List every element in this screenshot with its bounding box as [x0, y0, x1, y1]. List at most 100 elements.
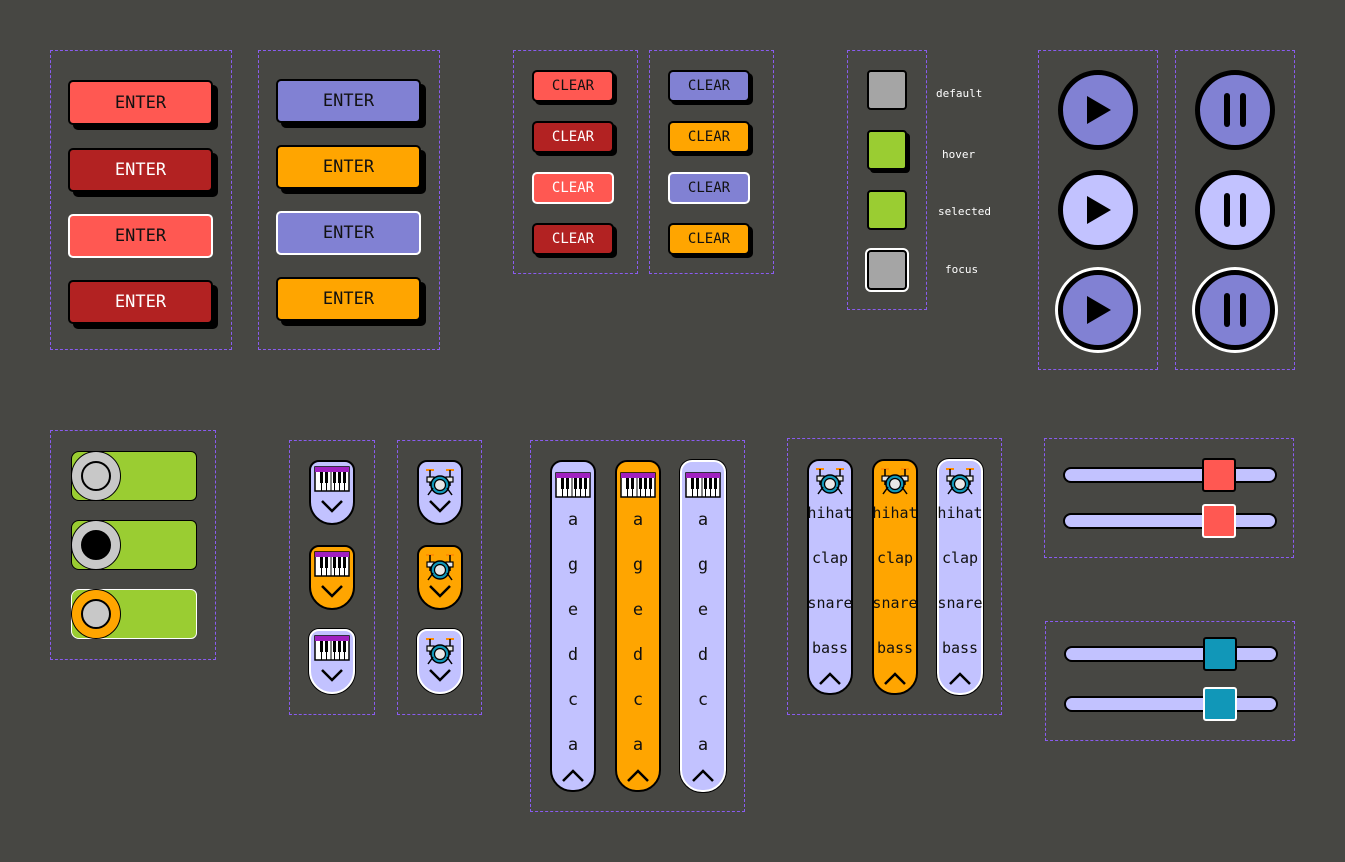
drum-item[interactable]: clap: [877, 536, 913, 581]
drum-item[interactable]: bass: [942, 626, 978, 671]
toggle-hover[interactable]: [71, 520, 197, 570]
chevron-up-icon: [627, 769, 649, 782]
pause-button-selected[interactable]: [1195, 270, 1275, 350]
note-item[interactable]: d: [698, 633, 708, 678]
clear-button-orange-focus[interactable]: CLEAR: [668, 223, 750, 255]
clear-button-default[interactable]: CLEAR: [532, 70, 614, 102]
toggle-default[interactable]: [71, 451, 197, 501]
state-swatch-group: [847, 50, 927, 310]
swatch-hover[interactable]: [867, 130, 907, 170]
pause-button-hover[interactable]: [1195, 170, 1275, 250]
clear-button-orange-hover[interactable]: CLEAR: [668, 121, 750, 153]
drum-item[interactable]: clap: [942, 536, 978, 581]
play-button-default[interactable]: [1058, 70, 1138, 150]
note-item[interactable]: d: [568, 633, 578, 678]
piano-picker-selected[interactable]: [309, 629, 355, 694]
toggle-selected[interactable]: [71, 589, 197, 639]
play-button-selected[interactable]: [1058, 270, 1138, 350]
slider-thumb[interactable]: [1201, 504, 1236, 538]
slider-track[interactable]: [1063, 467, 1277, 483]
note-column-default[interactable]: a g e d c a: [550, 460, 596, 792]
piano-picker-hover[interactable]: [309, 545, 355, 610]
note-item[interactable]: a: [633, 723, 643, 768]
clear-button-selected[interactable]: CLEAR: [532, 172, 614, 204]
drum-item[interactable]: hihat: [937, 491, 982, 536]
state-label-selected: selected: [938, 205, 991, 218]
drum-item[interactable]: snare: [807, 581, 852, 626]
enter-button-focus[interactable]: ENTER: [68, 280, 213, 324]
clear-button-blue-default[interactable]: CLEAR: [668, 70, 750, 102]
note-item[interactable]: a: [698, 498, 708, 543]
drum-column-hover[interactable]: hihat clap snare bass: [872, 459, 918, 695]
slider-track[interactable]: [1063, 513, 1277, 529]
swatch-focus[interactable]: [867, 250, 907, 290]
piano-icon: [314, 551, 350, 577]
drum-picker-group: [397, 440, 482, 715]
enter-button-hover[interactable]: ENTER: [68, 148, 213, 192]
clear-button-group-blue: CLEAR CLEAR CLEAR CLEAR: [649, 50, 774, 274]
note-item[interactable]: c: [568, 678, 578, 723]
clear-button-hover[interactable]: CLEAR: [532, 121, 614, 153]
drum-picker-default[interactable]: [417, 460, 463, 525]
drum-item[interactable]: hihat: [807, 491, 852, 536]
enter-button-selected[interactable]: ENTER: [68, 214, 213, 258]
clear-button-blue-selected[interactable]: CLEAR: [668, 172, 750, 204]
drum-column-selected[interactable]: hihat clap snare bass: [937, 459, 983, 695]
swatch-selected[interactable]: [867, 190, 907, 230]
toggle-knob: [71, 589, 121, 639]
enter-button-orange-hover[interactable]: ENTER: [276, 145, 421, 189]
enter-button-default[interactable]: ENTER: [68, 80, 213, 125]
enter-button-blue-default[interactable]: ENTER: [276, 79, 421, 123]
note-item[interactable]: e: [633, 588, 643, 633]
state-label-focus: focus: [945, 263, 979, 276]
note-item[interactable]: c: [633, 678, 643, 723]
drum-picker-selected[interactable]: [417, 629, 463, 694]
piano-icon: [314, 635, 350, 661]
swatch-default[interactable]: [867, 70, 907, 110]
state-label-default: default: [936, 87, 983, 100]
piano-icon: [314, 466, 350, 492]
note-item[interactable]: e: [698, 588, 708, 633]
note-column-hover[interactable]: a g e d c a: [615, 460, 661, 792]
chevron-down-icon: [429, 585, 451, 598]
enter-button-blue-selected[interactable]: ENTER: [276, 211, 421, 255]
pause-icon: [1224, 293, 1246, 327]
drum-item[interactable]: bass: [877, 626, 913, 671]
note-item[interactable]: g: [698, 543, 708, 588]
note-column-selected[interactable]: a g e d c a: [680, 460, 726, 792]
note-column-group: a g e d c a a g e d c a a g e d c a: [530, 440, 745, 812]
drum-column-default[interactable]: hihat clap snare bass: [807, 459, 853, 695]
note-item[interactable]: g: [568, 543, 578, 588]
piano-icon: [685, 472, 721, 498]
note-item[interactable]: a: [633, 498, 643, 543]
toggle-group: [50, 430, 216, 660]
note-item[interactable]: a: [568, 498, 578, 543]
piano-picker-default[interactable]: [309, 460, 355, 525]
drum-item[interactable]: snare: [872, 581, 917, 626]
clear-button-focus[interactable]: CLEAR: [532, 223, 614, 255]
drum-item[interactable]: clap: [812, 536, 848, 581]
pause-button-default[interactable]: [1195, 70, 1275, 150]
slider-track[interactable]: [1064, 696, 1278, 712]
slider-group-teal: [1045, 621, 1295, 741]
note-item[interactable]: g: [633, 543, 643, 588]
note-item[interactable]: a: [698, 723, 708, 768]
slider-group-red: [1044, 438, 1294, 558]
chevron-down-icon: [321, 585, 343, 598]
drum-item[interactable]: bass: [812, 626, 848, 671]
note-item[interactable]: e: [568, 588, 578, 633]
drum-item[interactable]: hihat: [872, 491, 917, 536]
chevron-up-icon: [884, 672, 906, 685]
drum-item[interactable]: snare: [937, 581, 982, 626]
slider-thumb[interactable]: [1202, 687, 1237, 721]
note-item[interactable]: c: [698, 678, 708, 723]
play-button-hover[interactable]: [1058, 170, 1138, 250]
drum-picker-hover[interactable]: [417, 545, 463, 610]
chevron-up-icon: [692, 769, 714, 782]
slider-thumb[interactable]: [1201, 458, 1236, 492]
slider-thumb[interactable]: [1202, 637, 1237, 671]
note-item[interactable]: a: [568, 723, 578, 768]
slider-track[interactable]: [1064, 646, 1278, 662]
enter-button-orange-focus[interactable]: ENTER: [276, 277, 421, 321]
note-item[interactable]: d: [633, 633, 643, 678]
